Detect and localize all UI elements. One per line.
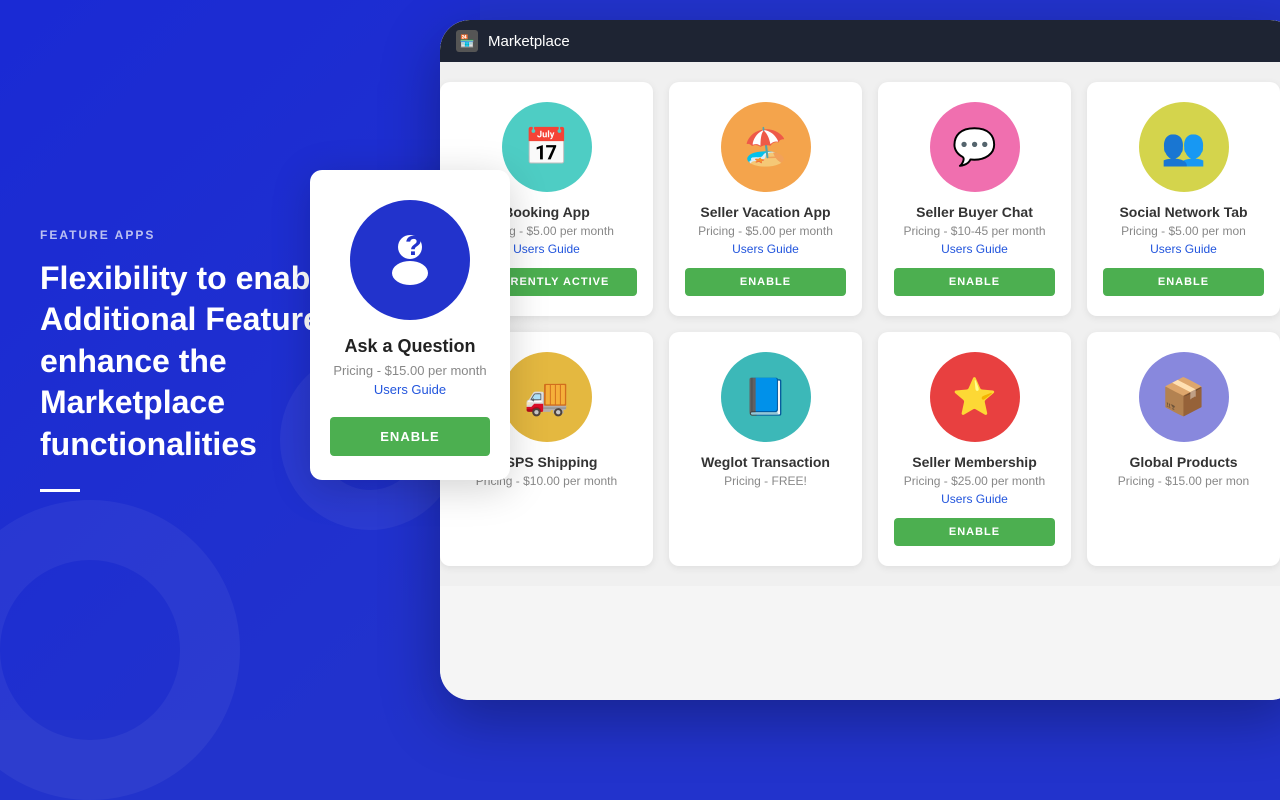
marketplace-icon: 🏪 [456, 30, 478, 52]
ask-pricing: Pricing - $15.00 per month [333, 363, 486, 378]
chat-name: Seller Buyer Chat [916, 204, 1033, 220]
app-card-global: 📦 Global Products Pricing - $15.00 per m… [1087, 332, 1280, 566]
vacation-name: Seller Vacation App [700, 204, 830, 220]
social-guide[interactable]: Users Guide [1150, 242, 1217, 256]
chat-enable-btn[interactable]: ENABLE [894, 268, 1055, 296]
vacation-pricing: Pricing - $5.00 per month [698, 224, 833, 238]
membership-guide[interactable]: Users Guide [941, 492, 1008, 506]
chat-icon: 💬 [930, 102, 1020, 192]
global-name: Global Products [1129, 454, 1237, 470]
app-card-weglot: 📘 Weglot Transaction Pricing - FREE! [669, 332, 862, 566]
ask-enable-btn[interactable]: ENABLE [330, 417, 490, 456]
global-icon: 📦 [1139, 352, 1229, 442]
weglot-name: Weglot Transaction [701, 454, 830, 470]
heading-divider [40, 489, 80, 492]
ask-icon: ? [350, 200, 470, 320]
app-card-membership: ⭐ Seller Membership Pricing - $25.00 per… [878, 332, 1071, 566]
chat-pricing: Pricing - $10-45 per month [903, 224, 1045, 238]
vacation-enable-btn[interactable]: ENABLE [685, 268, 846, 296]
app-card-social: 👥 Social Network Tab Pricing - $5.00 per… [1087, 82, 1280, 316]
usps-icon: 🚚 [502, 352, 592, 442]
svg-text:?: ? [405, 230, 422, 261]
vacation-guide[interactable]: Users Guide [732, 242, 799, 256]
booking-icon: 📅 [502, 102, 592, 192]
social-name: Social Network Tab [1119, 204, 1247, 220]
usps-name: USPS Shipping [496, 454, 598, 470]
social-icon: 👥 [1139, 102, 1229, 192]
global-pricing: Pricing - $15.00 per mon [1118, 474, 1249, 488]
social-enable-btn[interactable]: ENABLE [1103, 268, 1264, 296]
membership-name: Seller Membership [912, 454, 1037, 470]
membership-enable-btn[interactable]: ENABLE [894, 518, 1055, 546]
social-pricing: Pricing - $5.00 per mon [1121, 224, 1246, 238]
tablet-wrapper: 🏪 Marketplace 📅 Booking App Pricing - $5… [440, 20, 1280, 720]
floating-ask-card: ? Ask a Question Pricing - $15.00 per mo… [310, 170, 510, 480]
tablet-frame: 🏪 Marketplace 📅 Booking App Pricing - $5… [440, 20, 1280, 700]
weglot-icon: 📘 [721, 352, 811, 442]
booking-name: Booking App [503, 204, 590, 220]
ask-name: Ask a Question [344, 336, 475, 357]
marketplace-title: Marketplace [488, 33, 570, 50]
question-mark-icon: ? [375, 225, 445, 295]
ask-guide[interactable]: Users Guide [374, 382, 446, 397]
membership-pricing: Pricing - $25.00 per month [904, 474, 1045, 488]
chat-guide[interactable]: Users Guide [941, 242, 1008, 256]
weglot-pricing: Pricing - FREE! [724, 474, 807, 488]
vacation-icon: 🏖️ [721, 102, 811, 192]
marketplace-bar: 🏪 Marketplace [440, 20, 1280, 62]
marketplace-grid: 📅 Booking App Pricing - $5.00 per month … [440, 62, 1280, 586]
booking-guide[interactable]: Users Guide [513, 242, 580, 256]
app-card-chat: 💬 Seller Buyer Chat Pricing - $10-45 per… [878, 82, 1071, 316]
membership-icon: ⭐ [930, 352, 1020, 442]
tablet-inner: 🏪 Marketplace 📅 Booking App Pricing - $5… [440, 20, 1280, 700]
app-card-vacation: 🏖️ Seller Vacation App Pricing - $5.00 p… [669, 82, 862, 316]
